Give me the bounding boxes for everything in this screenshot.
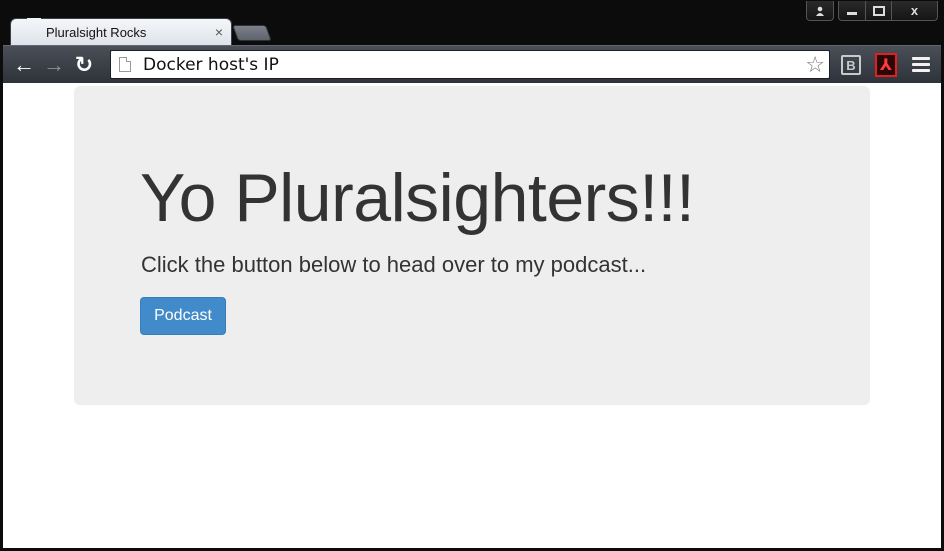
browser-window: x Pluralsight Rocks × ← → ↻ Docker host'…: [0, 0, 944, 551]
reload-button[interactable]: ↻: [69, 50, 99, 80]
minimize-icon: [847, 11, 857, 15]
maximize-icon: [872, 5, 885, 16]
lead-text: Click the button below to head over to m…: [141, 252, 647, 277]
address-bar[interactable]: Docker host's IP ☆: [110, 50, 830, 79]
minimize-button[interactable]: [838, 1, 866, 21]
close-window-button[interactable]: x: [892, 1, 938, 21]
bookmark-star-icon[interactable]: ☆: [805, 52, 825, 78]
podcast-button[interactable]: Podcast: [140, 297, 226, 335]
maximize-button[interactable]: [866, 1, 892, 21]
forward-button[interactable]: →: [39, 50, 69, 80]
window-caption-buttons: x: [806, 1, 938, 21]
user-profile-button[interactable]: [806, 1, 834, 21]
back-arrow-icon: ←: [13, 51, 35, 77]
jumbotron: Yo Pluralsighters!!! Click the button be…: [74, 86, 870, 405]
tab-close-icon[interactable]: ×: [215, 24, 223, 40]
tab-strip: Pluralsight Rocks ×: [10, 18, 710, 46]
tab-title: Pluralsight Rocks: [46, 24, 147, 40]
new-tab-button[interactable]: [232, 25, 272, 41]
chrome-menu-icon[interactable]: [912, 57, 930, 75]
page-heading: Yo Pluralsighters!!!: [140, 160, 695, 236]
adobe-pdf-icon[interactable]: ⅄: [875, 53, 897, 77]
user-icon: [816, 6, 824, 16]
page-icon: [119, 57, 131, 72]
page-icon: [27, 25, 37, 39]
extension-b-icon[interactable]: B: [841, 55, 861, 75]
reload-icon: ↻: [74, 51, 94, 77]
forward-arrow-icon: →: [43, 51, 65, 77]
tab-pluralsight-rocks[interactable]: Pluralsight Rocks ×: [10, 18, 232, 45]
page-viewport: Yo Pluralsighters!!! Click the button be…: [3, 83, 941, 548]
close-icon: x: [910, 3, 919, 18]
browser-toolbar: ← → ↻ Docker host's IP ☆ B ⅄: [3, 45, 941, 83]
back-button[interactable]: ←: [9, 50, 39, 80]
url-text[interactable]: Docker host's IP: [143, 55, 279, 75]
